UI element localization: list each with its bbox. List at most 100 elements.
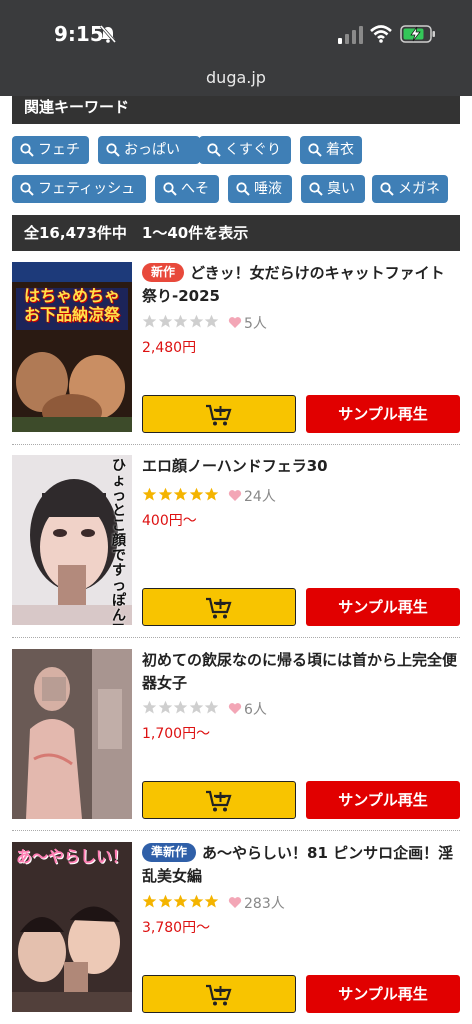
- add-to-cart-button[interactable]: [142, 781, 296, 819]
- keyword-tag[interactable]: フェチ: [12, 136, 89, 164]
- add-to-cart-button[interactable]: [142, 975, 296, 1013]
- product-price: 3,780円〜: [142, 920, 211, 936]
- star-empty-icon: [189, 314, 203, 328]
- product-title[interactable]: 初めての飲尿なのに帰る頃には首から上完全便器女子: [142, 649, 458, 695]
- star-empty-icon: [158, 700, 172, 714]
- product-item: ひょっとこ顔ですっぽん吸引 エロ顔ノーハンドフェラ30 24人 400円〜 サン…: [12, 455, 460, 631]
- likes-text: 6人: [244, 702, 267, 718]
- item-divider: [12, 637, 460, 638]
- keyword-tag-label: くすぐり: [225, 142, 281, 158]
- keyword-tag-label: へそ: [181, 181, 209, 197]
- keyword-tag-label: フェチ: [38, 142, 80, 158]
- sample-play-button[interactable]: サンプル再生: [306, 395, 460, 433]
- heart-icon: [228, 703, 242, 714]
- keyword-tag[interactable]: 着衣: [300, 136, 362, 164]
- bell-muted-icon: [99, 25, 117, 43]
- heart-icon: [228, 317, 242, 328]
- new-badge: 新作: [142, 263, 185, 282]
- star-empty-icon: [204, 314, 219, 328]
- add-to-cart-button[interactable]: [142, 588, 296, 626]
- item-divider: [12, 830, 460, 831]
- search-icon: [20, 182, 34, 196]
- star-filled-icon: [142, 487, 157, 501]
- likes-count: 24人: [228, 486, 276, 506]
- product-price: 400円〜: [142, 513, 197, 529]
- star-filled-icon: [204, 894, 219, 908]
- keyword-tag-label: 臭い: [327, 181, 355, 197]
- cart-add-icon: [206, 790, 232, 812]
- search-icon: [163, 182, 177, 196]
- star-filled-icon: [158, 894, 172, 908]
- keyword-tag-label: メガネ: [398, 181, 440, 197]
- thumbnail-title-text: ひょっとこ顔ですっぽん吸引: [112, 458, 126, 626]
- cart-add-icon: [206, 984, 232, 1006]
- semi-new-badge: 準新作: [142, 843, 197, 862]
- product-thumbnail[interactable]: ひょっとこ顔ですっぽん吸引: [12, 455, 132, 625]
- product-title[interactable]: 新作 どきッ！女だらけのキャットファイト祭り-2025: [142, 262, 458, 308]
- thumbnail-title-text: はちゃめちゃお下品納涼祭: [23, 286, 120, 324]
- thumbnail-title-text: あ〜やらしい！: [16, 847, 129, 866]
- search-icon: [309, 182, 323, 196]
- results-summary: 全16,473件中 1〜40件を表示: [12, 215, 460, 251]
- keyword-tag[interactable]: 唾液: [228, 175, 292, 203]
- browser-top-bar: 9:15 duga.jp: [0, 0, 472, 96]
- status-time: 9:15: [54, 22, 104, 46]
- product-item: はちゃめちゃお下品納涼祭 新作 どきッ！女だらけのキャットファイト祭り-2025 …: [12, 262, 460, 438]
- star-filled-icon: [142, 894, 157, 908]
- rating-stars: [142, 314, 220, 332]
- star-empty-icon: [204, 700, 219, 714]
- star-filled-icon: [173, 894, 188, 908]
- search-icon: [20, 143, 34, 157]
- keyword-tag[interactable]: へそ: [155, 175, 219, 203]
- star-empty-icon: [173, 314, 188, 328]
- product-thumbnail[interactable]: あ〜やらしい！: [12, 842, 132, 1012]
- keyword-tag-label: 着衣: [326, 142, 354, 158]
- cart-add-icon: [206, 404, 232, 426]
- keyword-tag[interactable]: くすぐり: [199, 136, 291, 164]
- star-empty-icon: [142, 314, 157, 328]
- keyword-tag-label: 唾液: [254, 181, 282, 197]
- likes-text: 24人: [244, 489, 276, 505]
- search-icon: [106, 143, 120, 157]
- sample-play-button[interactable]: サンプル再生: [306, 588, 460, 626]
- product-title[interactable]: 準新作 あ〜やらしい！81 ピンサロ企画！淫乱美女編: [142, 842, 458, 888]
- rating-stars: [142, 894, 220, 912]
- sample-play-button[interactable]: サンプル再生: [306, 781, 460, 819]
- star-filled-icon: [173, 487, 188, 501]
- product-title-text: どきッ！女だらけのキャットファイト祭り-2025: [142, 264, 445, 305]
- star-empty-icon: [142, 700, 157, 714]
- likes-count: 5人: [228, 313, 267, 333]
- search-icon: [236, 182, 250, 196]
- search-icon: [207, 143, 221, 157]
- star-filled-icon: [189, 487, 203, 501]
- signal-icon: [338, 26, 363, 44]
- keyword-tag[interactable]: 臭い: [301, 175, 365, 203]
- star-empty-icon: [158, 314, 172, 328]
- star-empty-icon: [189, 700, 203, 714]
- star-filled-icon: [158, 487, 172, 501]
- rating-stars: [142, 700, 220, 718]
- heart-icon: [228, 490, 242, 501]
- product-title[interactable]: エロ顔ノーハンドフェラ30: [142, 455, 458, 478]
- product-thumbnail[interactable]: はちゃめちゃお下品納涼祭: [12, 262, 132, 432]
- keyword-tag[interactable]: メガネ: [372, 175, 448, 203]
- likes-text: 5人: [244, 316, 267, 332]
- sample-play-button[interactable]: サンプル再生: [306, 975, 460, 1013]
- keywords-heading: 関連キーワード: [12, 96, 460, 124]
- address-bar-url[interactable]: duga.jp: [0, 68, 472, 87]
- product-price: 1,700円〜: [142, 726, 211, 742]
- star-empty-icon: [173, 700, 188, 714]
- keyword-tag[interactable]: おっぱい: [98, 136, 200, 164]
- search-icon: [308, 143, 322, 157]
- likes-count: 6人: [228, 699, 267, 719]
- add-to-cart-button[interactable]: [142, 395, 296, 433]
- product-item: あ〜やらしい！ 準新作 あ〜やらしい！81 ピンサロ企画！淫乱美女編 283人 3…: [12, 842, 460, 1018]
- wifi-icon: [370, 25, 392, 43]
- product-thumbnail[interactable]: [12, 649, 132, 819]
- heart-icon: [228, 897, 242, 908]
- rating-stars: [142, 487, 220, 505]
- likes-count: 283人: [228, 893, 285, 913]
- keyword-tag[interactable]: フェティッシュ: [12, 175, 146, 203]
- likes-text: 283人: [244, 896, 285, 912]
- product-price: 2,480円: [142, 340, 197, 356]
